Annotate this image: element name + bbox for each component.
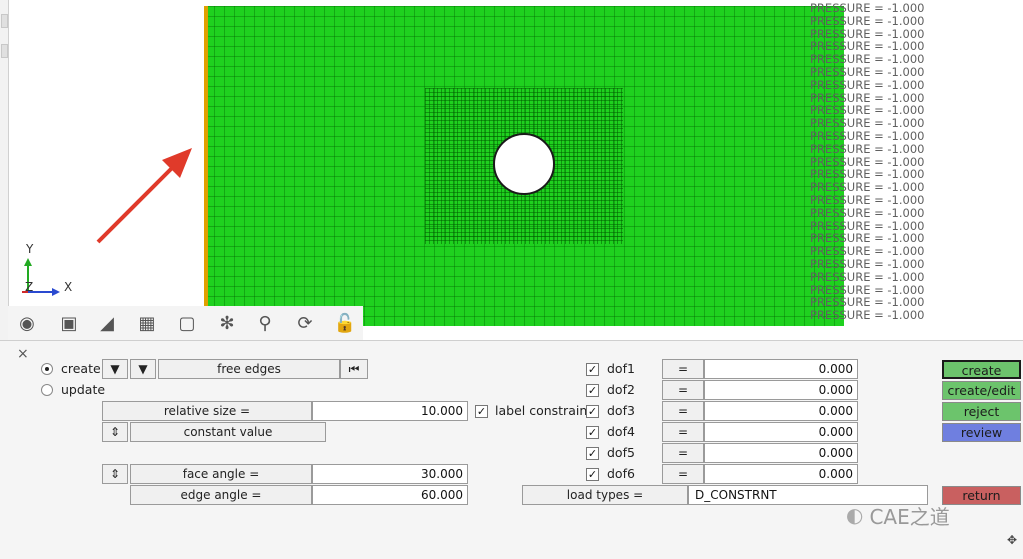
axis-y-label: Y (26, 242, 34, 256)
pressure-label: PRESSURE = -1.000 (810, 269, 925, 284)
create-radio-label: create (61, 361, 101, 376)
dof-operator-button[interactable]: = (662, 359, 704, 379)
wechat-icon: ◐ (846, 503, 864, 527)
lock-icon[interactable]: 🔓 (332, 312, 358, 336)
move-handle-icon[interactable]: ✥ (1007, 533, 1017, 547)
dof-label: dof2 (607, 382, 635, 397)
dof-operator-button[interactable]: = (662, 464, 704, 484)
load-types-button[interactable]: load types = (522, 485, 688, 505)
label-constraints-checkbox[interactable]: ✓ (475, 405, 488, 418)
create-edit-button[interactable]: create/edit (942, 381, 1021, 400)
face-angle-input[interactable]: 30.000 (312, 464, 468, 484)
dof-operator-button[interactable]: = (662, 422, 704, 442)
dof-checkbox[interactable]: ✓ (586, 426, 599, 439)
dof-operator-button[interactable]: = (662, 401, 704, 421)
circular-hole (493, 133, 555, 195)
pressure-label: PRESSURE = -1.000 (810, 129, 925, 143)
pressure-label: PRESSURE = -1.000 (810, 13, 925, 28)
pressure-label: PRESSURE = -1.000 (810, 77, 925, 92)
watermark: ◐ CAE之道 (846, 502, 950, 529)
pressure-label: PRESSURE = -1.000 (810, 141, 925, 156)
update-radio[interactable] (41, 384, 53, 396)
create-button[interactable]: create (942, 360, 1021, 379)
dof-label: dof1 (607, 361, 635, 376)
dof-value-input[interactable]: 0.000 (704, 443, 858, 463)
rotate-icon[interactable]: ⟳ (292, 312, 318, 336)
face-angle-button[interactable]: face angle = (130, 464, 312, 484)
dof-value-input[interactable]: 0.000 (704, 359, 858, 379)
create-radio[interactable] (41, 363, 53, 375)
review-button[interactable]: review (942, 423, 1021, 442)
pressure-label: PRESSURE = -1.000 (810, 193, 925, 207)
pressure-label: PRESSURE = -1.000 (810, 257, 925, 271)
dof-value-input[interactable]: 0.000 (704, 401, 858, 421)
relative-size-input[interactable]: 10.000 (312, 401, 468, 421)
cut-icon[interactable]: ▢ (174, 312, 200, 336)
dof-checkbox[interactable]: ✓ (586, 447, 599, 460)
relative-size-button[interactable]: relative size = (102, 401, 312, 421)
label-constraints-label: label constraint (495, 403, 593, 418)
view-toolbar: ◉ ▣ ◢ ▦ ▢ ✻ ⚲ ⟳ 🔓 (8, 306, 363, 340)
watermark-text: CAE之道 (869, 504, 950, 529)
pressure-label: PRESSURE = -1.000 (810, 205, 925, 220)
pressure-label: PRESSURE = -1.000 (810, 308, 925, 323)
dof-operator-button[interactable]: = (662, 443, 704, 463)
edge-angle-button[interactable]: edge angle = (130, 485, 312, 505)
surface-icon[interactable]: ◢ (94, 312, 120, 336)
dof-checkbox[interactable]: ✓ (586, 384, 599, 397)
axis-z-label: Z (25, 280, 34, 294)
axis-x-label: X (64, 280, 73, 294)
free-edges-button[interactable]: free edges (158, 359, 340, 379)
close-icon[interactable]: × (17, 346, 29, 362)
dof-operator-button[interactable]: = (662, 380, 704, 400)
toggle-angle-icon[interactable]: ⇕ (102, 464, 128, 484)
dof-label: dof4 (607, 424, 635, 439)
selection-mode-dropdown[interactable]: ▼ (130, 359, 156, 379)
edge-angle-input[interactable]: 60.000 (312, 485, 468, 505)
dof-label: dof5 (607, 445, 635, 460)
pressure-label: PRESSURE = -1.000 (810, 1, 925, 15)
annotation-arrow-icon (96, 148, 192, 244)
camera-icon[interactable]: ▣ (56, 312, 82, 336)
axes-icon[interactable]: ✻ (214, 312, 240, 336)
constant-value-toggle[interactable]: constant value (130, 422, 326, 442)
dof-checkbox[interactable]: ✓ (586, 468, 599, 481)
pressure-label: PRESSURE = -1.000 (810, 65, 925, 79)
dof-value-input[interactable]: 0.000 (704, 422, 858, 442)
toggle-updown-icon[interactable]: ⇕ (102, 422, 128, 442)
entity-selector-dropdown[interactable]: ▼ (102, 359, 128, 379)
reject-button[interactable]: reject (942, 402, 1021, 421)
reset-selection-icon[interactable]: ⏮ (340, 359, 368, 379)
dof-checkbox[interactable]: ✓ (586, 363, 599, 376)
dof-label: dof3 (607, 403, 635, 418)
selected-free-edge (204, 6, 208, 306)
cube-icon[interactable]: ▦ (134, 312, 160, 336)
return-button[interactable]: return (942, 486, 1021, 505)
dof-checkbox[interactable]: ✓ (586, 405, 599, 418)
dof-label: dof6 (607, 466, 635, 481)
dof-value-input[interactable]: 0.000 (704, 464, 858, 484)
eye-icon[interactable]: ◉ (14, 312, 40, 336)
update-radio-label: update (61, 382, 106, 397)
axis-triad: Y Z X (18, 240, 78, 300)
left-panel-strip (0, 0, 9, 340)
dof-value-input[interactable]: 0.000 (704, 380, 858, 400)
zoom-icon[interactable]: ⚲ (252, 312, 278, 336)
